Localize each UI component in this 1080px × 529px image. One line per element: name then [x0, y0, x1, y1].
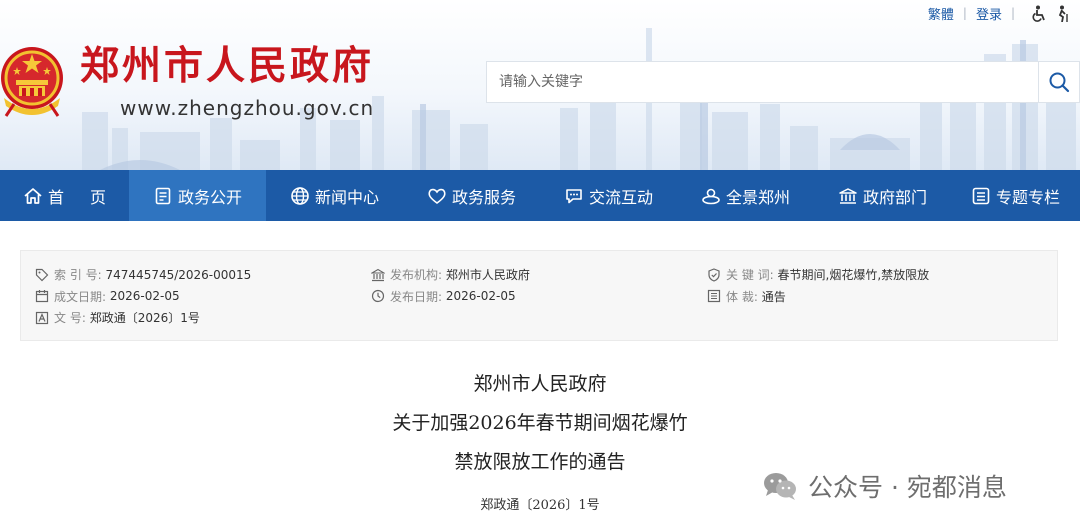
meta-value: 通告	[761, 289, 786, 304]
meta-index-number: 索 引 号: 747445745/2026-00015	[35, 264, 251, 286]
heart-icon	[427, 186, 447, 206]
search-box	[486, 61, 1038, 103]
nav-label: 全景郑州	[725, 187, 790, 207]
wechat-watermark: 公众号 · 宛都消息	[762, 468, 1007, 504]
meta-column: 发布机构: 郑州市人民政府 发布日期: 2026-02-05	[371, 264, 530, 307]
nav-item-home[interactable]: 首页	[0, 170, 129, 221]
home-icon	[23, 186, 43, 206]
meta-publishing-org: 发布机构: 郑州市人民政府	[371, 264, 530, 286]
nav-label: 政务公开	[177, 187, 242, 207]
list-icon	[707, 289, 721, 303]
meta-publish-date: 发布日期: 2026-02-05	[371, 286, 530, 308]
nav-label: 首页	[47, 187, 132, 207]
national-emblem-logo	[1, 47, 63, 117]
shield-check-icon	[707, 268, 721, 282]
article-title-line-1: 郑州市人民政府	[473, 373, 607, 395]
meta-value: 郑州市人民政府	[445, 268, 530, 283]
divider: |	[962, 6, 967, 20]
meta-document-number: 文 号: 郑政通〔2026〕1号	[35, 307, 251, 329]
meta-genre: 体 裁: 通告	[707, 286, 929, 308]
nav-label: 新闻中心	[314, 187, 379, 207]
nav-label: 政务服务	[451, 187, 516, 207]
top-links: 繁體 | 登录 |	[928, 4, 1072, 23]
meta-value: 2026-02-05	[109, 289, 180, 304]
meta-key: 关 键 词:	[726, 268, 774, 283]
search-button[interactable]	[1038, 61, 1080, 103]
meta-key: 索 引 号:	[54, 268, 102, 283]
meta-key: 发布日期:	[390, 289, 443, 304]
text-icon	[35, 311, 49, 325]
nav-label: 交流互动	[588, 187, 653, 207]
list-icon	[971, 186, 991, 206]
elderly-mode-icon[interactable]	[1054, 4, 1072, 22]
nav-item-departments[interactable]: 政府部门	[814, 170, 951, 221]
meta-key: 体 裁:	[726, 289, 758, 304]
article-title-line-2: 关于加强2026年春节期间烟花爆竹	[392, 412, 688, 434]
nav-item-government-affairs[interactable]: 政务公开	[129, 170, 266, 221]
nav-item-interaction[interactable]: 交流互动	[540, 170, 677, 221]
building-icon	[371, 268, 385, 282]
traditional-chinese-link[interactable]: 繁體	[928, 4, 954, 23]
main-nav: 首页 政务公开 新闻中心 政务服务 交流互动 全景郑州 政府部门 专题专栏	[0, 170, 1080, 221]
watermark-text: 公众号 · 宛都消息	[808, 473, 1007, 502]
nav-label: 政府部门	[862, 187, 927, 207]
divider: |	[1010, 6, 1015, 20]
meta-key: 发布机构:	[390, 268, 443, 283]
meta-written-date: 成文日期: 2026-02-05	[35, 286, 251, 308]
meta-value: 2026-02-05	[445, 289, 516, 304]
calendar-icon	[35, 289, 49, 303]
site-title: 郑州市人民政府	[80, 43, 375, 89]
meta-column: 关 键 词: 春节期间,烟花爆竹,禁放限放 体 裁: 通告	[707, 264, 929, 307]
search-input[interactable]	[487, 62, 1038, 102]
document-icon	[153, 186, 173, 206]
panorama-icon	[701, 186, 721, 206]
nav-item-panorama[interactable]: 全景郑州	[677, 170, 814, 221]
meta-value: 郑政通〔2026〕1号	[89, 311, 200, 326]
meta-value: 春节期间,烟花爆竹,禁放限放	[777, 268, 930, 283]
document-metadata-panel: 索 引 号: 747445745/2026-00015 成文日期: 2026-0…	[20, 250, 1058, 341]
meta-key: 文 号:	[54, 311, 86, 326]
nav-item-news-center[interactable]: 新闻中心	[266, 170, 403, 221]
search-icon	[1049, 72, 1070, 93]
nav-item-special-topics[interactable]: 专题专栏	[951, 170, 1080, 221]
accessibility-wheelchair-icon[interactable]	[1030, 4, 1048, 22]
nav-item-government-services[interactable]: 政务服务	[403, 170, 540, 221]
meta-value: 747445745/2026-00015	[105, 267, 252, 282]
globe-icon	[290, 186, 310, 206]
meta-column: 索 引 号: 747445745/2026-00015 成文日期: 2026-0…	[35, 264, 251, 329]
meta-key: 成文日期:	[54, 289, 107, 304]
site-header: 繁體 | 登录 | 郑州市人民政府 www.zhengzhou.gov.cn	[0, 0, 1080, 170]
wechat-icon	[764, 473, 796, 500]
building-icon	[838, 186, 858, 206]
clock-icon	[371, 289, 385, 303]
login-link[interactable]: 登录	[976, 4, 1002, 23]
nav-label: 专题专栏	[995, 187, 1060, 207]
chat-icon	[564, 186, 584, 206]
site-url: www.zhengzhou.gov.cn	[120, 96, 375, 120]
meta-keywords: 关 键 词: 春节期间,烟花爆竹,禁放限放	[707, 264, 929, 286]
tag-icon	[35, 268, 49, 282]
